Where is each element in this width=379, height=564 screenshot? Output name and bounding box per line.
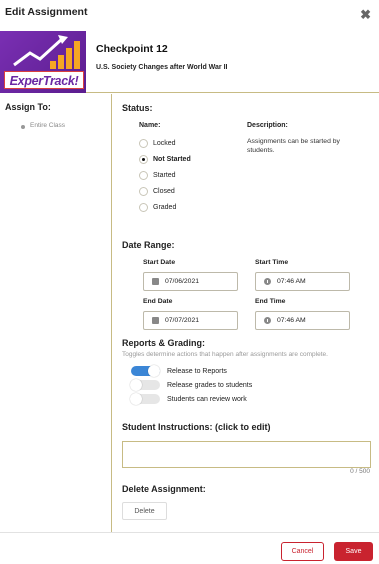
reports-grading-title: Reports & Grading:: [122, 338, 206, 348]
radio-button[interactable]: [139, 170, 148, 180]
status-option-label: Closed: [153, 187, 175, 195]
date-range-title: Date Range:: [122, 240, 175, 250]
toggle-label: Students can review work: [167, 395, 247, 403]
status-description: Assignments can be started by students.: [247, 138, 340, 154]
checkpoint-subtitle: U.S. Society Changes after World War II: [96, 64, 228, 71]
toggle-label: Release to Reports: [167, 367, 227, 375]
status-title: Status:: [122, 103, 153, 113]
calendar-icon: [151, 278, 159, 286]
release-grades-toggle[interactable]: [130, 379, 160, 391]
review-work-toggle[interactable]: [130, 393, 160, 405]
toggle-row-release-to-reports[interactable]: Release to Reports: [131, 365, 227, 377]
end-date-value: 07/07/2021: [165, 317, 200, 324]
cancel-button[interactable]: Cancel: [281, 542, 324, 561]
release-to-reports-toggle[interactable]: [131, 365, 160, 377]
assign-to-item-entire-class[interactable]: Entire Class: [30, 122, 65, 129]
toggle-row-review-work[interactable]: Students can review work: [130, 393, 247, 405]
modal-title: Edit Assignment: [5, 6, 88, 18]
reports-hint: Toggles determine actions that happen af…: [122, 351, 328, 358]
checkpoint-title: Checkpoint 12: [96, 43, 168, 55]
start-time-label: Start Time: [255, 259, 289, 266]
character-counter: 0 / 500: [350, 468, 370, 475]
clock-icon: [263, 317, 271, 325]
bullet-icon: [21, 125, 25, 129]
status-option-label: Graded: [153, 203, 177, 211]
status-option-label: Not Started: [153, 155, 191, 163]
modal-header: Edit Assignment ✖: [0, 0, 379, 30]
expertrack-logo: ExperTrack!: [0, 31, 86, 93]
start-time-value: 07:46 AM: [277, 278, 306, 285]
toggle-label: Release grades to students: [167, 381, 253, 389]
logo-text: ExperTrack!: [4, 71, 84, 89]
status-name-header: Name:: [139, 122, 161, 129]
calendar-icon: [151, 317, 159, 325]
status-description-header: Description:: [247, 122, 288, 129]
status-option-graded[interactable]: Graded: [139, 201, 176, 213]
student-instructions-input[interactable]: [122, 441, 371, 468]
status-option-started[interactable]: Started: [139, 169, 176, 181]
modal-footer: Cancel Save: [0, 532, 379, 564]
toggle-row-release-grades[interactable]: Release grades to students: [130, 379, 253, 391]
student-instructions-title[interactable]: Student Instructions: (click to edit): [122, 422, 271, 432]
save-button[interactable]: Save: [334, 542, 373, 561]
start-date-field[interactable]: 07/06/2021: [143, 272, 238, 291]
status-option-label: Locked: [153, 139, 176, 147]
end-date-label: End Date: [143, 298, 173, 305]
close-icon[interactable]: ✖: [360, 8, 371, 21]
assign-to-title: Assign To:: [5, 102, 51, 112]
end-time-label: End Time: [255, 298, 286, 305]
column-divider: [111, 94, 112, 532]
assignment-banner: ExperTrack! Checkpoint 12 U.S. Society C…: [0, 31, 379, 93]
status-option-not-started[interactable]: Not Started: [139, 153, 191, 165]
clock-icon: [263, 278, 271, 286]
assign-to-panel: Assign To: Entire Class: [0, 94, 111, 532]
radio-button[interactable]: [139, 186, 148, 196]
delete-button[interactable]: Delete: [122, 502, 167, 520]
status-option-closed[interactable]: Closed: [139, 185, 175, 197]
end-time-field[interactable]: 07:46 AM: [255, 311, 350, 330]
end-time-value: 07:46 AM: [277, 317, 306, 324]
start-time-field[interactable]: 07:46 AM: [255, 272, 350, 291]
end-date-field[interactable]: 07/07/2021: [143, 311, 238, 330]
status-option-label: Started: [153, 171, 176, 179]
radio-button[interactable]: [139, 202, 148, 212]
start-date-label: Start Date: [143, 259, 176, 266]
delete-assignment-title: Delete Assignment:: [122, 484, 206, 494]
radio-button-selected[interactable]: [139, 154, 148, 164]
start-date-value: 07/06/2021: [165, 278, 200, 285]
status-option-locked[interactable]: Locked: [139, 137, 176, 149]
radio-button[interactable]: [139, 138, 148, 148]
